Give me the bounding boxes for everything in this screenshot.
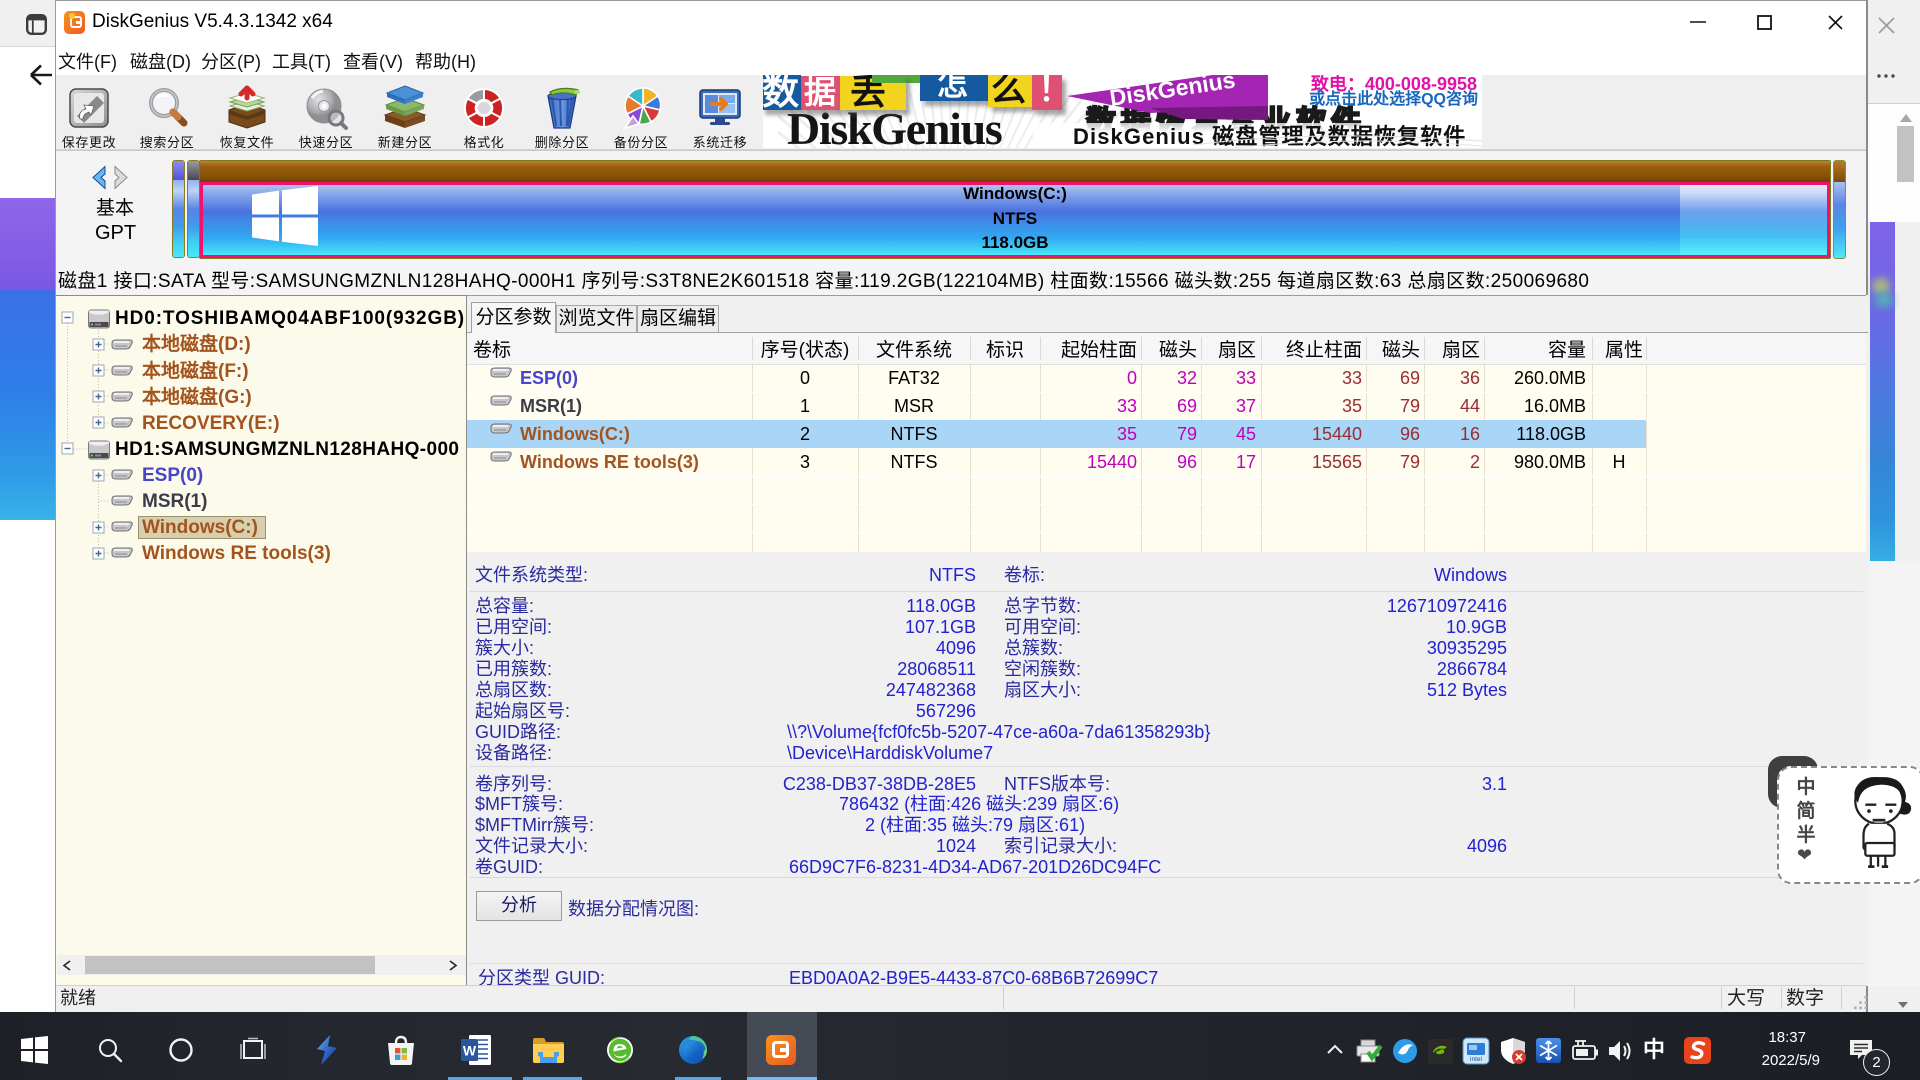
svg-text:W: W (463, 1043, 477, 1059)
svg-text:intel: intel (1470, 1056, 1482, 1063)
